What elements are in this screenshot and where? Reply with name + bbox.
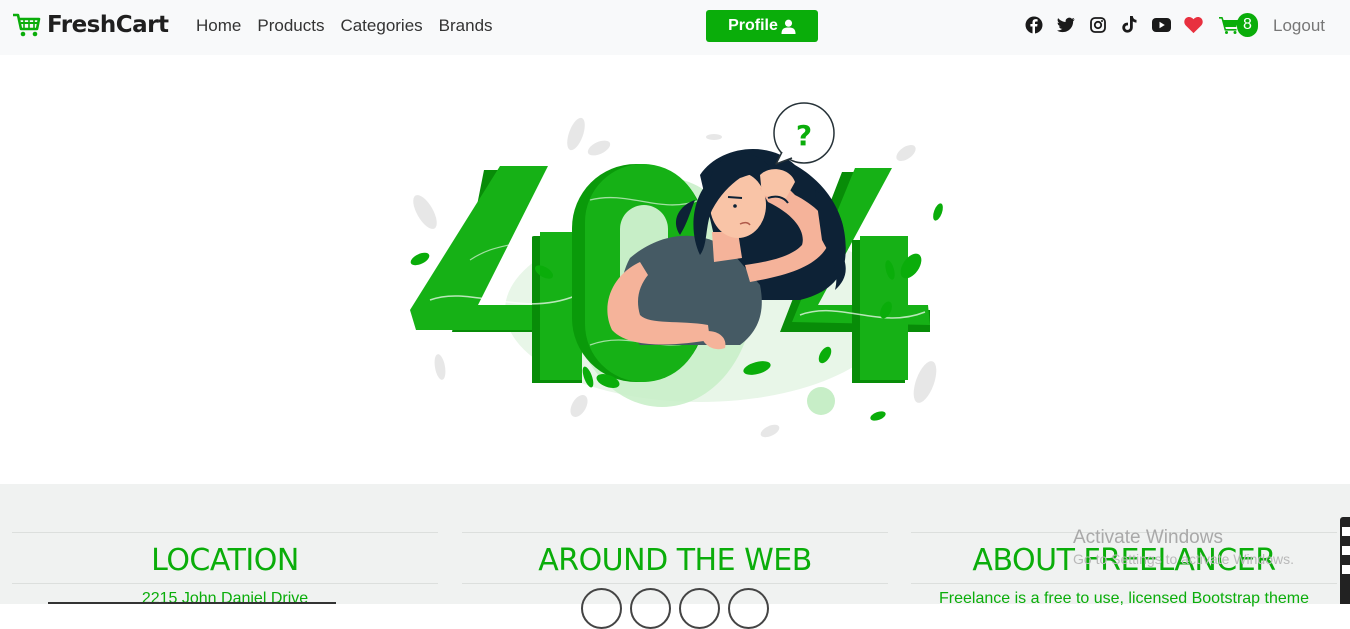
not-found-section: ? 404 (0, 55, 1350, 484)
side-widget[interactable] (1340, 517, 1350, 604)
nav-link-home[interactable]: Home (196, 16, 241, 36)
instagram-icon[interactable] (1088, 15, 1107, 34)
cart-count-badge: 8 (1237, 13, 1258, 37)
heart-icon[interactable] (1184, 15, 1203, 34)
footer-location-column: LOCATION 2215 John Daniel Drive (12, 532, 438, 608)
nav-links: Home Products Categories Brands (196, 16, 493, 36)
social-links (1024, 15, 1203, 34)
footer-facebook-icon[interactable] (581, 588, 622, 629)
footer-social-links (462, 588, 888, 629)
question-bubble: ? (773, 102, 835, 165)
profile-button[interactable]: Profile (706, 10, 818, 42)
location-address: 2215 John Daniel Drive (141, 590, 309, 607)
footer-divider (12, 583, 438, 584)
brand-name: FreshCart (47, 12, 169, 38)
not-found-illustration: ? (410, 102, 943, 438)
profile-button-label: Profile (728, 17, 778, 34)
facebook-icon[interactable] (1024, 15, 1043, 34)
digit-4-left (410, 166, 590, 383)
cart-button[interactable]: 8 (1219, 13, 1258, 37)
navbar: FreshCart Home Products Categories Brand… (0, 0, 1350, 55)
nav-link-brands[interactable]: Brands (439, 16, 493, 36)
youtube-icon[interactable] (1152, 15, 1171, 34)
twitter-icon[interactable] (1056, 15, 1075, 34)
location-title: LOCATION (151, 543, 299, 578)
footer-twitter-icon[interactable] (630, 588, 671, 629)
footer-divider (462, 583, 888, 584)
brand-logo[interactable]: FreshCart (12, 12, 169, 38)
activate-windows-subtitle: Go to Settings to activate Windows. (1073, 551, 1294, 567)
svg-text:?: ? (796, 119, 812, 152)
cart-icon (1219, 17, 1239, 34)
around-web-title: AROUND THE WEB (538, 543, 812, 578)
nav-link-categories[interactable]: Categories (340, 16, 422, 36)
tiktok-icon[interactable] (1120, 15, 1139, 34)
about-text: Freelance is a free to use, licensed Boo… (939, 590, 1309, 607)
logout-link[interactable]: Logout (1273, 16, 1325, 36)
nav-link-products[interactable]: Products (257, 16, 324, 36)
footer-divider (911, 583, 1337, 584)
activate-windows-title: Activate Windows (1073, 527, 1223, 548)
footer-web-column: AROUND THE WEB (462, 532, 888, 629)
cart-logo-icon (13, 13, 41, 37)
footer-dribbble-icon[interactable] (728, 588, 769, 629)
footer-linkedin-icon[interactable] (679, 588, 720, 629)
user-icon (781, 19, 796, 34)
